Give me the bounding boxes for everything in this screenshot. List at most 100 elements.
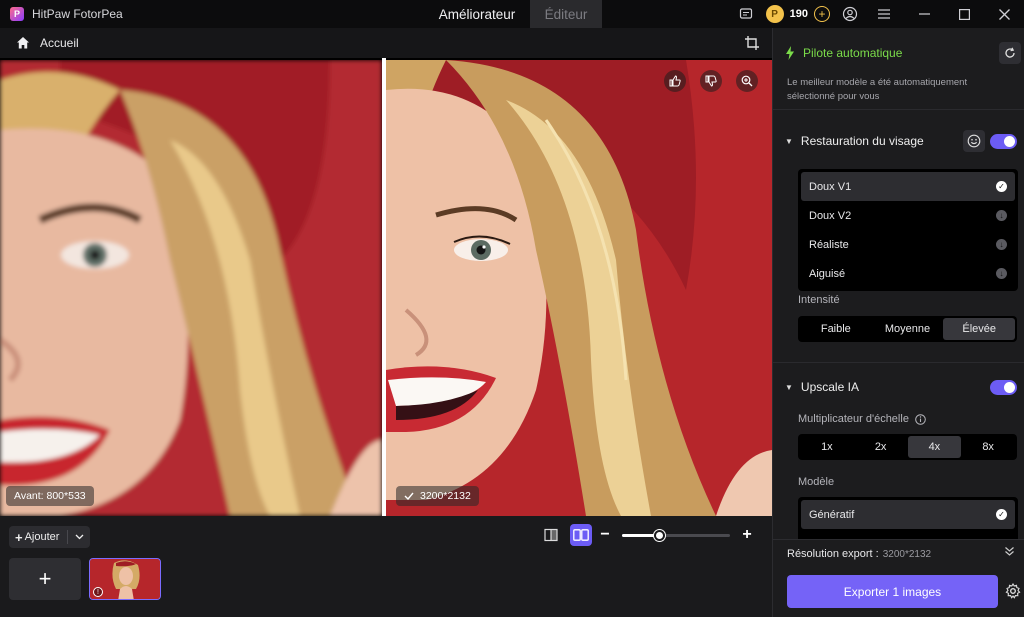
upscale-header[interactable]: ▼ Upscale IA <box>773 376 1024 398</box>
side-by-side-view-icon[interactable] <box>570 524 592 546</box>
model-label: Aiguisé <box>809 267 846 280</box>
compare-viewer[interactable]: Avant: 800*533 3200*2132 <box>0 58 772 516</box>
face-model-option[interactable]: Doux V1 ✓ <box>801 172 1015 201</box>
upscale-model-option[interactable]: Génératif ✓ <box>801 500 1015 529</box>
account-icon[interactable] <box>836 0 864 28</box>
image-thumbnail[interactable]: ! <box>89 558 161 600</box>
export-resolution-label: Résolution export : <box>787 548 879 560</box>
export-button[interactable]: Exporter 1 images <box>787 575 998 608</box>
zoom-control: − + <box>598 526 754 544</box>
face-model-option[interactable]: Aiguisé ↓ <box>801 259 1015 288</box>
face-restoration-header[interactable]: ▼ Restauration du visage <box>773 130 1024 152</box>
before-resolution-badge: Avant: 800*533 <box>6 486 94 506</box>
scale-selector: 1x 2x 4x 8x <box>798 434 1017 460</box>
zoom-slider-handle[interactable] <box>653 529 665 541</box>
download-icon[interactable]: ↓ <box>996 210 1007 221</box>
close-icon[interactable] <box>984 0 1024 28</box>
settings-panel: Pilote automatique Le meilleur modèle a … <box>772 28 1024 617</box>
scale-option-8x[interactable]: 8x <box>961 436 1015 458</box>
double-chevron-down-icon[interactable] <box>1004 546 1015 560</box>
face-model-option[interactable]: Réaliste ↓ <box>801 230 1015 259</box>
intensity-selector: Faible Moyenne Élevée <box>798 316 1017 342</box>
info-icon[interactable]: ! <box>93 587 103 597</box>
after-image <box>386 60 772 516</box>
tab-editor[interactable]: Éditeur <box>530 0 602 28</box>
gear-icon[interactable] <box>1005 583 1021 599</box>
credits-count: 190 <box>789 8 808 20</box>
intensity-option-high[interactable]: Élevée <box>943 318 1016 340</box>
download-icon[interactable]: ↓ <box>996 239 1007 250</box>
selected-check-icon: ✓ <box>996 509 1007 520</box>
menu-icon[interactable] <box>864 0 904 28</box>
autopilot-section: Pilote automatique Le meilleur modèle a … <box>773 28 1024 110</box>
autopilot-description: Le meilleur modèle a été automatiquement… <box>787 77 968 102</box>
zoom-out-button[interactable]: − <box>598 526 612 544</box>
intensity-option-medium[interactable]: Moyenne <box>872 318 944 340</box>
add-credits-icon[interactable]: + <box>814 6 830 22</box>
refresh-icon <box>1005 47 1015 58</box>
refresh-button[interactable] <box>999 42 1021 64</box>
minimize-icon[interactable] <box>904 0 944 28</box>
lightning-icon <box>786 46 794 60</box>
face-restoration-title: Restauration du visage <box>800 134 924 148</box>
after-resolution-badge: 3200*2132 <box>396 486 479 506</box>
home-icon[interactable] <box>16 36 30 50</box>
model-label: Doux V2 <box>809 209 852 222</box>
model-label: Réaliste <box>809 238 849 251</box>
before-resolution-label: Avant: 800*533 <box>14 490 86 502</box>
breadcrumb: Accueil <box>0 28 772 58</box>
scale-option-1x[interactable]: 1x <box>800 436 854 458</box>
upscale-toggle[interactable] <box>990 379 1017 395</box>
after-resolution-label: 3200*2132 <box>420 490 471 502</box>
scale-multiplier-label: Multiplicateur d'échelle <box>798 413 926 425</box>
coin-icon: P <box>765 5 784 23</box>
export-section: Résolution export :3200*2132 Exporter 1 … <box>773 539 1024 617</box>
face-model-list: Doux V1 ✓ Doux V2 ↓ Réaliste ↓ Aiguisé ↓ <box>798 169 1018 291</box>
title-bar: P HitPaw FotorPea Améliorateur Éditeur P… <box>0 0 1024 28</box>
maximize-icon[interactable] <box>944 0 984 28</box>
info-icon[interactable] <box>915 413 926 425</box>
upscale-title: Upscale IA <box>800 380 859 394</box>
scale-option-4x[interactable]: 4x <box>907 436 962 458</box>
breadcrumb-home-link[interactable]: Accueil <box>40 36 79 50</box>
model-label: Génératif <box>809 508 855 521</box>
face-restoration-toggle[interactable] <box>990 133 1017 149</box>
split-view-icon[interactable] <box>540 524 562 546</box>
feedback-icon[interactable] <box>732 0 760 28</box>
thumbs-up-icon[interactable] <box>664 70 686 92</box>
plus-icon: + <box>15 529 23 545</box>
chevron-down-icon[interactable] <box>68 532 84 543</box>
scale-multiplier-text: Multiplicateur d'échelle <box>798 413 909 425</box>
add-image-tile[interactable]: + <box>9 558 81 600</box>
model-label: Modèle <box>798 476 835 488</box>
smiley-icon <box>967 134 981 148</box>
section-divider <box>773 362 1024 363</box>
crop-icon[interactable] <box>744 35 760 51</box>
face-settings-button[interactable] <box>963 130 985 152</box>
export-resolution-value: 3200*2132 <box>882 549 932 560</box>
scale-option-2x[interactable]: 2x <box>854 436 908 458</box>
app-logo-icon: P <box>10 7 24 21</box>
model-label: Doux V1 <box>809 180 852 193</box>
collapse-arrow-icon: ▼ <box>785 136 793 146</box>
zoom-slider[interactable] <box>622 529 730 541</box>
zoom-in-button[interactable]: + <box>740 526 754 544</box>
collapse-arrow-icon: ▼ <box>785 382 793 392</box>
face-model-option[interactable]: Doux V2 ↓ <box>801 201 1015 230</box>
zoom-in-icon[interactable] <box>736 70 758 92</box>
credits-display[interactable]: P 190 + <box>765 5 830 23</box>
check-icon <box>404 492 414 500</box>
thumbs-down-icon[interactable] <box>700 70 722 92</box>
add-label: Ajouter <box>24 531 60 543</box>
before-image <box>0 60 382 516</box>
app-name: HitPaw FotorPea <box>32 7 123 21</box>
export-resolution: Résolution export :3200*2132 <box>787 548 931 560</box>
download-icon[interactable]: ↓ <box>996 268 1007 279</box>
autopilot-title: Pilote automatique <box>803 46 903 60</box>
mode-tabs: Améliorateur Éditeur <box>424 0 602 28</box>
tab-enhancer[interactable]: Améliorateur <box>424 0 530 28</box>
selected-check-icon: ✓ <box>996 181 1007 192</box>
intensity-option-low[interactable]: Faible <box>800 318 872 340</box>
add-images-dropdown[interactable]: + Ajouter <box>9 526 90 548</box>
upscale-model-list: Génératif ✓ <box>798 497 1018 539</box>
